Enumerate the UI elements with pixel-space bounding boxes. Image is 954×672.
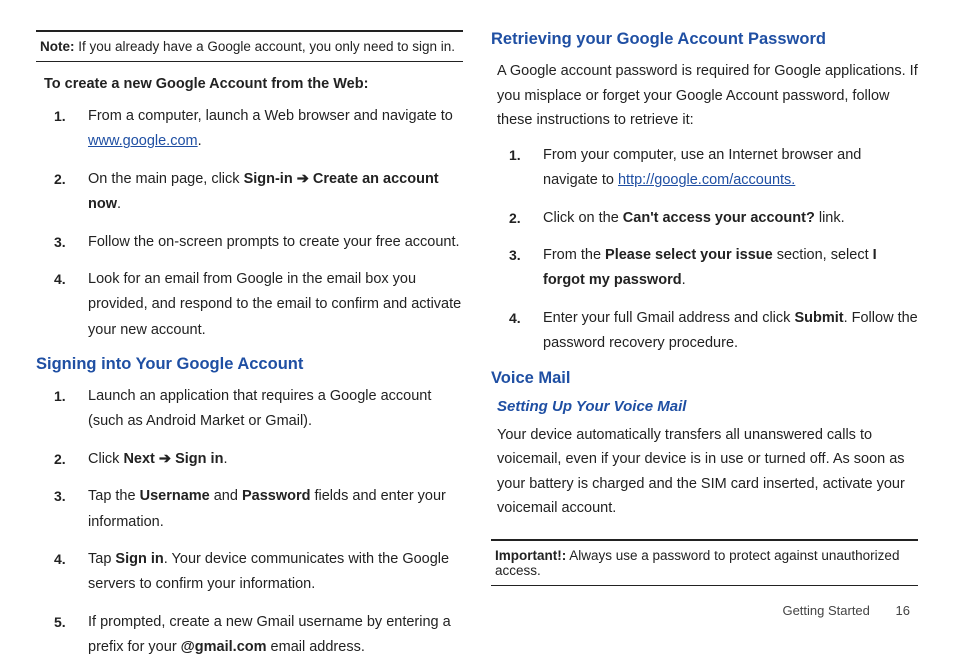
bold-text: @gmail.com bbox=[181, 639, 267, 655]
important-box: Important!: Always use a password to pro… bbox=[491, 539, 918, 586]
step-text: . bbox=[682, 272, 686, 288]
list-item: From a computer, launch a Web browser an… bbox=[54, 104, 463, 155]
bold-text: Sign in bbox=[175, 451, 223, 467]
left-column: Note: If you already have a Google accou… bbox=[36, 30, 463, 672]
step-text: link. bbox=[815, 210, 845, 226]
footer-section: Getting Started bbox=[782, 603, 869, 618]
bold-text: Username bbox=[140, 488, 210, 504]
note-text: If you already have a Google account, yo… bbox=[75, 39, 456, 54]
page-number: 16 bbox=[896, 603, 910, 618]
list-item: Tap the Username and Password fields and… bbox=[54, 484, 463, 535]
list-item: Follow the on-screen prompts to create y… bbox=[54, 230, 463, 255]
list-item: Launch an application that requires a Go… bbox=[54, 384, 463, 435]
note-label: Note: bbox=[40, 39, 75, 54]
page-footer: Getting Started 16 bbox=[782, 603, 910, 618]
link-accounts[interactable]: http://google.com/accounts. bbox=[618, 172, 795, 188]
list-item: On the main page, click Sign-in ➔ Create… bbox=[54, 167, 463, 218]
step-text: . bbox=[223, 451, 227, 467]
page-content: Note: If you already have a Google accou… bbox=[0, 0, 954, 672]
list-item: Enter your full Gmail address and click … bbox=[509, 306, 918, 357]
note-box: Note: If you already have a Google accou… bbox=[36, 30, 463, 62]
signin-heading: Signing into Your Google Account bbox=[36, 355, 463, 374]
list-item: Tap Sign in. Your device communicates wi… bbox=[54, 547, 463, 598]
step-text: Click bbox=[88, 451, 123, 467]
retrieve-heading: Retrieving your Google Account Password bbox=[491, 30, 918, 49]
link-google[interactable]: www.google.com bbox=[88, 133, 198, 149]
step-text: Enter your full Gmail address and click bbox=[543, 310, 794, 326]
bold-text: Can't access your account? bbox=[623, 210, 815, 226]
step-text: and bbox=[210, 488, 242, 504]
step-text: . bbox=[117, 196, 121, 212]
list-item: Click Next ➔ Sign in. bbox=[54, 447, 463, 472]
create-account-heading: To create a new Google Account from the … bbox=[44, 76, 463, 92]
step-text: Click on the bbox=[543, 210, 623, 226]
list-item: Click on the Can't access your account? … bbox=[509, 206, 918, 231]
bold-text: Sign in bbox=[115, 551, 163, 567]
step-text: . bbox=[198, 133, 202, 149]
list-item: From your computer, use an Internet brow… bbox=[509, 143, 918, 194]
retrieve-steps: From your computer, use an Internet brow… bbox=[509, 143, 918, 357]
step-text: section, select bbox=[773, 247, 873, 263]
step-text: Tap the bbox=[88, 488, 140, 504]
create-account-steps: From a computer, launch a Web browser an… bbox=[54, 104, 463, 343]
bold-text: Sign-in bbox=[244, 171, 297, 187]
signin-steps: Launch an application that requires a Go… bbox=[54, 384, 463, 660]
voicemail-body: Your device automatically transfers all … bbox=[497, 423, 918, 522]
arrow-icon: ➔ bbox=[155, 451, 175, 467]
bold-text: Submit bbox=[794, 310, 843, 326]
step-text: From a computer, launch a Web browser an… bbox=[88, 108, 453, 124]
important-label: Important!: bbox=[495, 548, 566, 563]
step-text: Tap bbox=[88, 551, 115, 567]
step-text: email address. bbox=[267, 639, 365, 655]
list-item: Look for an email from Google in the ema… bbox=[54, 267, 463, 343]
voicemail-subheading: Setting Up Your Voice Mail bbox=[497, 398, 918, 415]
step-text: Look for an email from Google in the ema… bbox=[88, 271, 461, 338]
right-column: Retrieving your Google Account Password … bbox=[491, 30, 918, 672]
retrieve-intro: A Google account password is required fo… bbox=[497, 59, 918, 133]
bold-text: Please select your issue bbox=[605, 247, 773, 263]
list-item: If prompted, create a new Gmail username… bbox=[54, 610, 463, 661]
step-text: On the main page, click bbox=[88, 171, 244, 187]
step-text: Launch an application that requires a Go… bbox=[88, 388, 431, 429]
bold-text: Password bbox=[242, 488, 311, 504]
step-text: From the bbox=[543, 247, 605, 263]
list-item: From the Please select your issue sectio… bbox=[509, 243, 918, 294]
voicemail-heading: Voice Mail bbox=[491, 369, 918, 388]
arrow-icon: ➔ bbox=[297, 171, 313, 187]
step-text: Follow the on-screen prompts to create y… bbox=[88, 234, 460, 250]
bold-text: Next bbox=[123, 451, 154, 467]
